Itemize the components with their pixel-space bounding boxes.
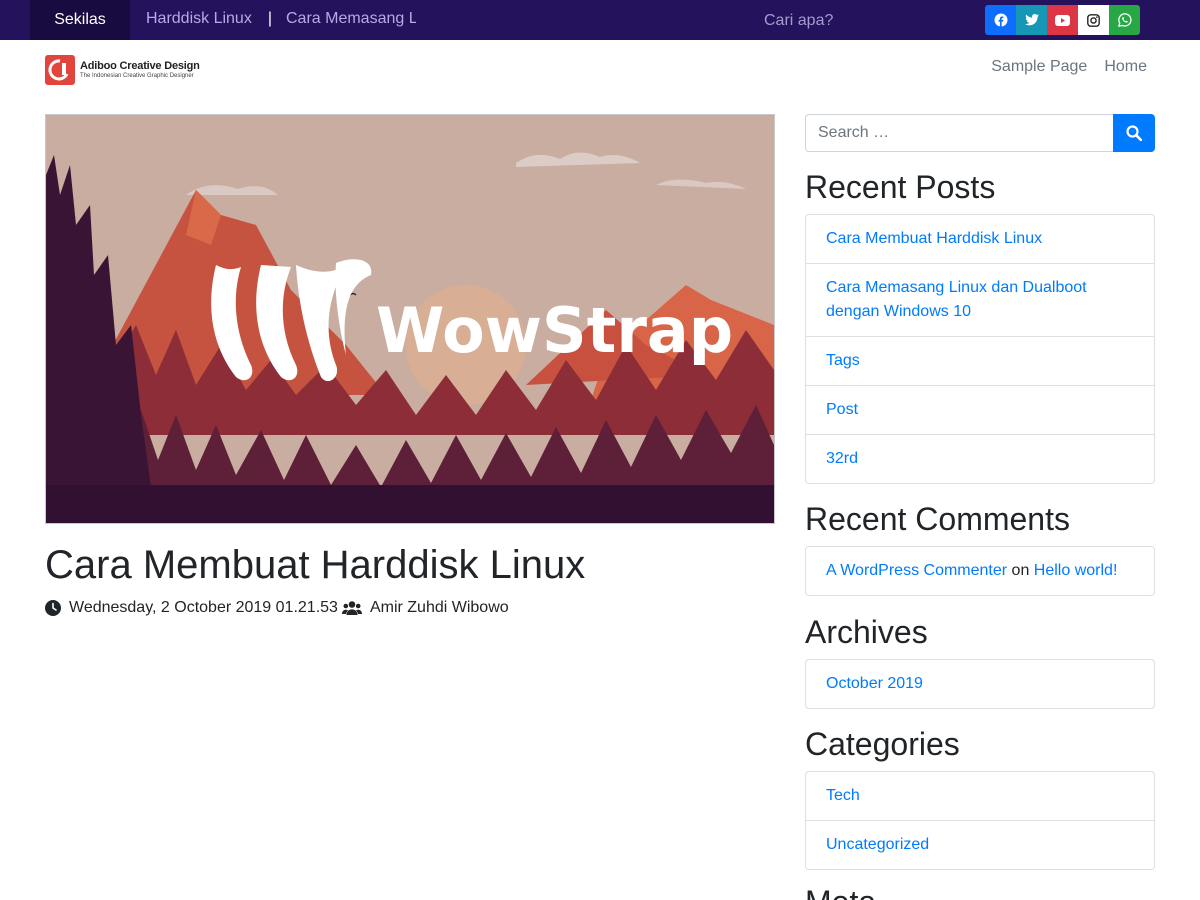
clock-icon <box>45 600 61 616</box>
instagram-icon <box>1087 13 1100 27</box>
whatsapp-button[interactable] <box>1109 5 1140 35</box>
comment-post-link[interactable]: Hello world! <box>1034 562 1118 579</box>
recent-posts-list: Cara Membuat Harddisk Linux Cara Memasan… <box>805 214 1155 484</box>
archives-list: October 2019 <box>805 659 1155 709</box>
recent-posts-title: Recent Posts <box>805 169 996 205</box>
twitter-icon <box>1024 14 1039 26</box>
featured-image: WowStrap <box>45 114 775 524</box>
users-icon <box>341 600 362 616</box>
nav-sample-page[interactable]: Sample Page <box>991 58 1087 76</box>
list-item: Tags <box>806 336 1154 385</box>
social-buttons <box>985 5 1140 35</box>
post-meta: Wednesday, 2 October 2019 01.21.53 Amir … <box>45 598 509 618</box>
ticker-link-2[interactable]: Cara Memasang Linux dan Dualboot dengan … <box>286 0 416 38</box>
facebook-icon <box>994 13 1007 27</box>
list-item: 32rd <box>806 434 1154 483</box>
ticker-separator: | <box>267 10 272 27</box>
top-bar: Sekilas Harddisk Linux | Cara Memasang Lin… <box>0 0 1200 40</box>
search-icon <box>1126 125 1142 141</box>
recent-comments-list: A WordPress Commenter on Hello world! <box>805 546 1155 596</box>
comment-author-link[interactable]: A WordPress Commenter <box>826 562 1007 579</box>
meta-title: Meta <box>805 883 876 900</box>
post-author: Amir Zuhdi Wibowo <box>369 599 509 616</box>
recent-comments-title: Recent Comments <box>805 501 1070 537</box>
news-ticker: Harddisk Linux | Cara Memasang Linux dan D… <box>146 0 416 40</box>
facebook-button[interactable] <box>985 5 1016 35</box>
main-nav: Sample Page Home <box>991 58 1147 76</box>
categories-list: Tech Uncategorized <box>805 771 1155 870</box>
post-title: Cara Membuat Harddisk Linux <box>45 543 586 587</box>
list-item: Uncategorized <box>806 820 1154 869</box>
category-link[interactable]: Tech <box>826 787 860 804</box>
logo-name: Adiboo Creative Design <box>80 60 200 72</box>
category-link[interactable]: Uncategorized <box>826 836 929 853</box>
recent-post-link[interactable]: Cara Memasang Linux dan Dualboot dengan … <box>826 279 1087 320</box>
logo-mark-icon <box>45 55 75 85</box>
nav-home[interactable]: Home <box>1104 58 1147 76</box>
hero-wordmark: WowStrap <box>376 294 733 367</box>
categories-title: Categories <box>805 726 960 762</box>
instagram-button[interactable] <box>1078 5 1109 35</box>
youtube-button[interactable] <box>1047 5 1078 35</box>
list-item: A WordPress Commenter on Hello world! <box>806 547 1154 595</box>
site-logo[interactable]: Adiboo Creative Design The Indonesian Cr… <box>45 55 225 85</box>
ticker-label: Sekilas <box>30 0 130 40</box>
sidebar-search-button[interactable] <box>1113 114 1155 152</box>
sidebar-search-input[interactable] <box>805 114 1113 152</box>
list-item: Cara Memasang Linux dan Dualboot dengan … <box>806 263 1154 336</box>
recent-post-link[interactable]: Post <box>826 401 858 418</box>
recent-post-link[interactable]: Tags <box>826 352 860 369</box>
list-item: Cara Membuat Harddisk Linux <box>806 215 1154 263</box>
comment-connector: on <box>1011 562 1030 579</box>
whatsapp-icon <box>1117 13 1132 27</box>
post-date: Wednesday, 2 October 2019 01.21.53 <box>69 599 338 616</box>
recent-post-link[interactable]: Cara Membuat Harddisk Linux <box>826 230 1042 247</box>
ticker-link-1[interactable]: Harddisk Linux <box>146 0 252 38</box>
archive-link[interactable]: October 2019 <box>826 675 923 692</box>
sidebar-search <box>805 114 1155 152</box>
youtube-icon <box>1055 14 1070 26</box>
recent-post-link[interactable]: 32rd <box>826 450 858 467</box>
top-search-input[interactable] <box>764 10 964 32</box>
list-item: October 2019 <box>806 660 1154 708</box>
logo-tagline: The Indonesian Creative Graphic Designer <box>80 73 194 79</box>
list-item: Tech <box>806 772 1154 820</box>
twitter-button[interactable] <box>1016 5 1047 35</box>
archives-title: Archives <box>805 614 928 650</box>
mountain-landscape-illustration: WowStrap <box>46 115 774 523</box>
list-item: Post <box>806 385 1154 434</box>
